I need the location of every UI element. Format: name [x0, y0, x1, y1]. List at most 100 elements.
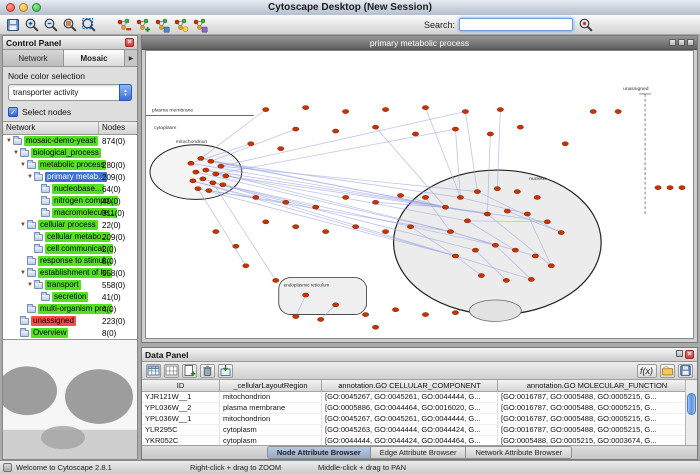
zoom-to-fit-icon[interactable] — [80, 16, 97, 33]
network-node[interactable] — [517, 125, 523, 129]
tree-item-biological-process[interactable]: ▼biological_process — [3, 147, 137, 159]
network-node[interactable] — [293, 127, 299, 131]
network-node[interactable] — [203, 168, 209, 172]
network-node[interactable] — [342, 195, 348, 199]
tree-item-unassigned[interactable]: unassigned223(0) — [3, 315, 137, 327]
expand-arrow-icon[interactable]: ▼ — [19, 222, 27, 228]
column-header-id[interactable]: ID — [142, 380, 220, 391]
show-all-nodes-icon[interactable] — [134, 16, 151, 33]
expand-arrow-icon[interactable]: ▼ — [19, 270, 27, 276]
network-node[interactable] — [283, 200, 289, 204]
network-node[interactable] — [615, 109, 621, 113]
network-node[interactable] — [248, 142, 254, 146]
vizmapper-icon[interactable] — [191, 16, 208, 33]
tab-network-attribute-browser[interactable]: Network Attribute Browser — [466, 446, 572, 459]
network-node[interactable] — [210, 181, 216, 185]
network-node[interactable] — [503, 278, 509, 282]
zoom-in-icon[interactable] — [23, 16, 40, 33]
tab-network[interactable]: Network — [3, 50, 64, 66]
network-node[interactable] — [478, 273, 484, 277]
import-table-icon[interactable] — [218, 364, 233, 378]
column-header-cellularlayoutregion[interactable]: _cellularLayoutRegion — [220, 380, 322, 391]
network-node[interactable] — [472, 248, 478, 252]
select-attributes-icon[interactable] — [146, 364, 161, 378]
network-node[interactable] — [484, 212, 490, 216]
tree-item-multi-organism-pro[interactable]: multi-organism pro...4(0) — [3, 303, 137, 315]
network-node[interactable] — [206, 189, 212, 193]
control-panel-close-icon[interactable]: × — [125, 38, 134, 47]
tree-item-nitrogen-compo[interactable]: nitrogen compo...40(0) — [3, 195, 137, 207]
tab-overflow-icon[interactable]: ▶ — [125, 50, 137, 66]
network-node[interactable] — [195, 187, 201, 191]
network-node[interactable] — [452, 254, 458, 258]
network-node[interactable] — [392, 308, 398, 312]
network-node[interactable] — [322, 230, 328, 234]
zoom-out-icon[interactable] — [42, 16, 59, 33]
network-node[interactable] — [544, 220, 550, 224]
column-header-annotation-go-cellular-component[interactable]: annotation.GO CELLULAR_COMPONENT — [322, 380, 498, 391]
network-node[interactable] — [457, 195, 463, 199]
network-node[interactable] — [342, 109, 348, 113]
new-network-from-selection-icon[interactable] — [153, 16, 170, 33]
internal-close-icon[interactable] — [687, 39, 694, 46]
expand-arrow-icon[interactable]: ▼ — [19, 162, 27, 168]
advanced-search-icon[interactable] — [577, 16, 594, 33]
network-window-header[interactable]: primary metabolic process — [142, 36, 697, 50]
network-node[interactable] — [442, 205, 448, 209]
network-node[interactable] — [263, 108, 269, 112]
network-overview-thumbnail[interactable] — [3, 340, 137, 459]
delete-attribute-icon[interactable] — [200, 364, 215, 378]
tree-item-mosaic-demo-yeast[interactable]: ▼mosaic-demo-yeast874(0) — [3, 135, 137, 147]
tree-item-transport[interactable]: ▼transport558(0) — [3, 279, 137, 291]
network-node[interactable] — [273, 278, 279, 282]
save-session-icon[interactable] — [4, 16, 21, 33]
tree-item-secretion[interactable]: secretion41(0) — [3, 291, 137, 303]
network-node[interactable] — [198, 156, 204, 160]
network-node[interactable] — [655, 186, 661, 190]
expand-arrow-icon[interactable]: ▼ — [26, 174, 34, 180]
column-header-annotation-go-molecular-function[interactable]: annotation.GO MOLECULAR_FUNCTION — [498, 380, 697, 391]
network-node[interactable] — [213, 230, 219, 234]
formula-builder-icon[interactable]: f(x) — [637, 364, 657, 378]
network-node[interactable] — [208, 159, 214, 163]
network-node[interactable] — [220, 183, 226, 187]
data-panel-close-icon[interactable]: × — [685, 350, 694, 359]
network-node[interactable] — [528, 277, 534, 281]
table-row[interactable]: YKR052Ccytoplasm[GO:0044444, GO:0044424,… — [142, 436, 697, 445]
close-window-button[interactable] — [6, 3, 15, 12]
tab-node-attribute-browser[interactable]: Node Attribute Browser — [267, 446, 371, 459]
expand-arrow-icon[interactable]: ▼ — [26, 282, 34, 288]
table-row[interactable]: YPL036W__1mitochondrion[GO:0045267, GO:0… — [142, 414, 697, 425]
network-node[interactable] — [452, 127, 458, 131]
tree-item-macromolecule[interactable]: macromolecule...311(0) — [3, 207, 137, 219]
network-node[interactable] — [372, 200, 378, 204]
network-node[interactable] — [422, 195, 428, 199]
network-node[interactable] — [532, 254, 538, 258]
network-node[interactable] — [193, 170, 199, 174]
minimize-window-button[interactable] — [19, 3, 28, 12]
node-color-dropdown[interactable]: transporter activity ▲▼ — [8, 84, 132, 101]
network-node[interactable] — [372, 125, 378, 129]
tab-edge-attribute-browser[interactable]: Edge Attribute Browser — [371, 446, 467, 459]
network-node[interactable] — [422, 313, 428, 317]
new-attribute-icon[interactable] — [182, 364, 197, 378]
network-node[interactable] — [497, 108, 503, 112]
search-input[interactable] — [459, 18, 573, 31]
network-node[interactable] — [504, 209, 510, 213]
internal-maximize-icon[interactable] — [678, 39, 685, 46]
tree-item-cell-communicat[interactable]: cell communicat...2(0) — [3, 243, 137, 255]
network-node[interactable] — [412, 132, 418, 136]
network-node[interactable] — [562, 142, 568, 146]
network-node[interactable] — [397, 193, 403, 197]
network-node[interactable] — [422, 106, 428, 110]
select-nodes-checkbox[interactable]: ✓ — [8, 107, 18, 117]
table-row[interactable]: YPL036W__2plasma membrane[GO:0005886, GO… — [142, 403, 697, 414]
expand-arrow-icon[interactable]: ▼ — [12, 150, 20, 156]
network-node[interactable] — [558, 231, 564, 235]
network-node[interactable] — [190, 179, 196, 183]
network-node[interactable] — [447, 230, 453, 234]
network-node[interactable] — [464, 219, 470, 223]
network-node[interactable] — [293, 225, 299, 229]
network-node[interactable] — [462, 109, 468, 113]
network-node[interactable] — [382, 230, 388, 234]
